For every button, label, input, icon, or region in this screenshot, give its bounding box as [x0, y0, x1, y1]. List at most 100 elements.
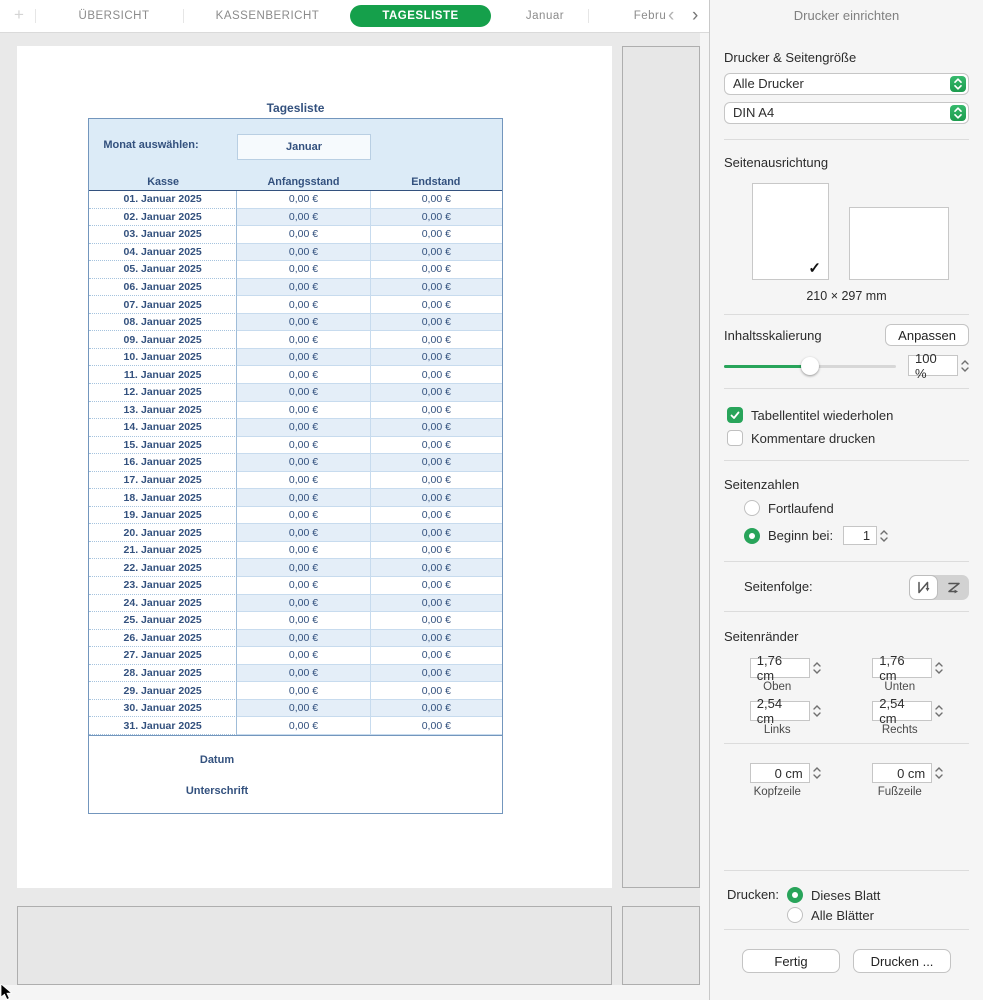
header-margin-field[interactable]: 0 cm [750, 763, 810, 783]
page-order-vertical-icon[interactable] [909, 575, 938, 600]
row-end-value: 0,00 € [370, 349, 502, 367]
page-order-horizontal-icon[interactable] [940, 575, 969, 600]
row-end-value: 0,00 € [370, 331, 502, 349]
print-setup-panel: Drucker einrichten Drucker & Seitengröße… [709, 0, 983, 1000]
row-date: 12. Januar 2025 [89, 384, 237, 402]
footer-margin-label: Fußzeile [878, 786, 922, 798]
slider-thumb[interactable] [801, 357, 819, 375]
radio-selected-icon[interactable] [744, 528, 760, 544]
row-date: 20. Januar 2025 [89, 524, 237, 542]
margins-row-1: 1,76 cm Oben 1,76 cm Unten [724, 658, 969, 693]
stepper-icon[interactable] [935, 767, 943, 779]
done-button[interactable]: Fertig [742, 949, 840, 973]
month-select-label: Monat auswählen: [89, 139, 213, 151]
start-at-option-row: Beginn bei: 1 [744, 526, 969, 545]
radio-unselected-icon[interactable] [744, 500, 760, 516]
radio-selected-icon[interactable] [787, 887, 803, 903]
all-sheets-option-label: Alle Blätter [811, 908, 874, 923]
add-sheet-icon[interactable]: + [14, 0, 24, 30]
portrait-option[interactable]: ✓ [752, 183, 829, 280]
row-date: 11. Januar 2025 [89, 366, 237, 384]
row-start-value: 0,00 € [237, 331, 369, 349]
printer-size-label: Drucker & Seitengröße [724, 50, 969, 65]
checkbox-checked-icon[interactable] [727, 407, 743, 423]
tab-kassenbericht[interactable]: KASSENBERICHT [190, 0, 345, 32]
page-order-segmented-control [909, 575, 969, 600]
row-date: 27. Januar 2025 [89, 647, 237, 665]
margins-label: Seitenränder [724, 629, 969, 644]
panel-title: Drucker einrichten [710, 0, 983, 32]
table-column-headers: Kasse Anfangsstand Endstand [89, 173, 502, 191]
separator [724, 929, 969, 930]
margin-bottom-field[interactable]: 1,76 cm [872, 658, 932, 678]
preview-scrollbar-gutter-horizontal[interactable] [0, 985, 709, 1000]
row-start-value: 0,00 € [237, 700, 369, 718]
landscape-option[interactable] [849, 207, 949, 280]
paper-size-dropdown[interactable]: DIN A4 [724, 102, 969, 124]
preview-page-2 [622, 46, 700, 888]
radio-unselected-icon[interactable] [787, 907, 803, 923]
margin-top-field[interactable]: 1,76 cm [750, 658, 810, 678]
margin-right-field[interactable]: 2,54 cm [872, 701, 932, 721]
tab-februar-truncated[interactable]: Febru [628, 0, 672, 32]
tabs-scroll-left-icon[interactable]: ‹ [668, 0, 688, 31]
margin-top-label: Oben [763, 681, 791, 693]
separator [724, 139, 969, 140]
row-end-value: 0,00 € [370, 191, 502, 209]
content-scaling-row: Inhaltsskalierung Anpassen [724, 324, 969, 346]
separator [724, 870, 969, 871]
row-date: 17. Januar 2025 [89, 472, 237, 490]
print-button[interactable]: Drucken ... [853, 949, 951, 973]
stepper-icon[interactable] [935, 662, 943, 674]
scaling-slider[interactable] [724, 356, 896, 376]
tab-divider [35, 9, 36, 23]
margins-row-3: 0 cm Kopfzeile 0 cm Fußzeile [724, 763, 969, 798]
stepper-icon[interactable] [813, 767, 821, 779]
tab-januar[interactable]: Januar [503, 0, 587, 32]
checkbox-unchecked-icon[interactable] [727, 430, 743, 446]
row-start-value: 0,00 € [237, 279, 369, 297]
row-start-value: 0,00 € [237, 489, 369, 507]
fit-button[interactable]: Anpassen [885, 324, 969, 346]
row-start-value: 0,00 € [237, 717, 369, 735]
action-buttons-row: Fertig Drucken ... [724, 949, 969, 973]
tab-tagesliste-active[interactable]: TAGESLISTE [350, 5, 491, 27]
stepper-icon[interactable] [813, 662, 821, 674]
row-start-value: 0,00 € [237, 630, 369, 648]
row-end-value: 0,00 € [370, 595, 502, 613]
row-start-value: 0,00 € [237, 682, 369, 700]
print-comments-label: Kommentare drucken [751, 431, 875, 446]
row-end-value: 0,00 € [370, 437, 502, 455]
stepper-icon[interactable] [880, 530, 888, 542]
start-page-field[interactable]: 1 [843, 526, 877, 545]
row-date: 22. Januar 2025 [89, 559, 237, 577]
footer-margin-field[interactable]: 0 cm [872, 763, 932, 783]
stepper-icon[interactable] [961, 360, 969, 372]
row-start-value: 0,00 € [237, 559, 369, 577]
tab-uebersicht[interactable]: ÜBERSICHT [58, 0, 170, 32]
table-row: 02. Januar 2025 0,00 € 0,00 € [89, 209, 502, 227]
row-end-value: 0,00 € [370, 454, 502, 472]
stepper-icon[interactable] [813, 705, 821, 717]
table-row: 05. Januar 2025 0,00 € 0,00 € [89, 261, 502, 279]
this-sheet-option-label: Dieses Blatt [811, 888, 880, 903]
table-row: 23. Januar 2025 0,00 € 0,00 € [89, 577, 502, 595]
row-end-value: 0,00 € [370, 647, 502, 665]
tabs-scroll-right-icon[interactable]: › [692, 0, 709, 31]
daily-rows: 01. Januar 2025 0,00 € 0,00 € 02. Januar… [89, 191, 502, 735]
scaling-percent-field[interactable]: 100 % [908, 355, 958, 376]
row-end-value: 0,00 € [370, 717, 502, 735]
row-date: 31. Januar 2025 [89, 717, 237, 735]
row-start-value: 0,00 € [237, 595, 369, 613]
table-row: 06. Januar 2025 0,00 € 0,00 € [89, 279, 502, 297]
stepper-icon[interactable] [935, 705, 943, 717]
preview-scrollbar-gutter-vertical[interactable] [700, 32, 709, 1000]
column-header-endstand: Endstand [370, 173, 502, 190]
row-date: 10. Januar 2025 [89, 349, 237, 367]
row-end-value: 0,00 € [370, 384, 502, 402]
margin-left-field[interactable]: 2,54 cm [750, 701, 810, 721]
row-date: 01. Januar 2025 [89, 191, 237, 209]
separator [724, 314, 969, 315]
printer-dropdown[interactable]: Alle Drucker [724, 73, 969, 95]
row-end-value: 0,00 € [370, 261, 502, 279]
